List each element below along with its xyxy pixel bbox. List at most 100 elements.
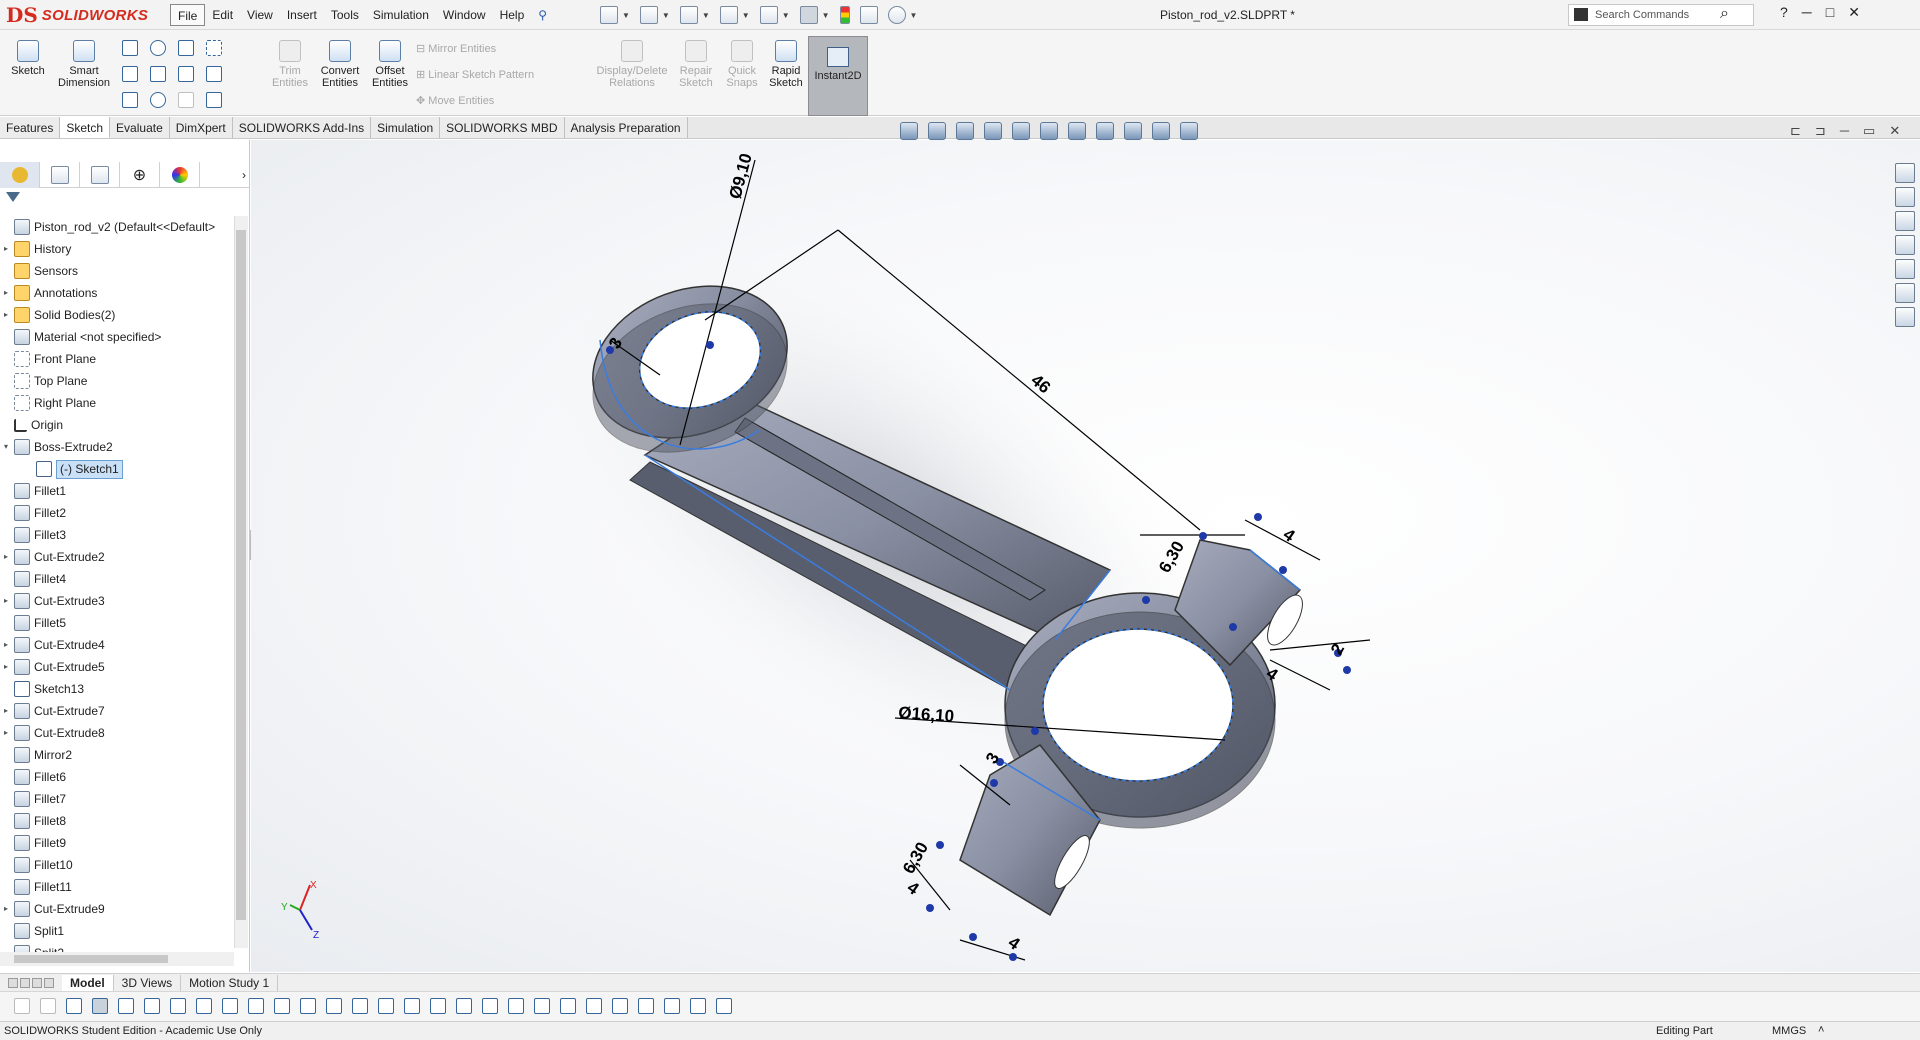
tree-node[interactable]: Right Plane [0,392,236,414]
tree-node[interactable]: Fillet4 [0,568,236,590]
tab-addins[interactable]: SOLIDWORKS Add-Ins [232,117,372,138]
menu-edit[interactable]: Edit [205,4,240,26]
tree-node[interactable]: Sketch13 [0,678,236,700]
tab-mbd[interactable]: SOLIDWORKS MBD [440,117,565,138]
tree-node[interactable]: ▸ Solid Bodies(2) [0,304,236,326]
save-icon[interactable] [679,6,698,24]
smart-dimension-button[interactable]: Smart Dimension [56,40,112,89]
tree-node[interactable]: ▾ Boss-Extrude2 [0,436,236,458]
print-icon[interactable] [719,6,738,24]
filter-sketch-points-icon[interactable] [300,998,316,1014]
close-icon[interactable]: ✕ [1848,4,1860,21]
dimxpert-manager-tab[interactable]: ⊕ [120,162,160,188]
tree-hscroll-thumb[interactable] [14,955,168,963]
unit-system-selector[interactable]: MMGS [1772,1025,1806,1037]
file-explorer-icon[interactable] [1895,211,1915,231]
tab-navigation-arrows[interactable] [0,977,62,988]
tree-node[interactable]: Fillet6 [0,766,236,788]
offset-entities-button[interactable]: Offset Entities [362,40,418,89]
tree-node[interactable]: ▸ Cut-Extrude4 [0,634,236,656]
filter-surface-finish-icon[interactable] [456,998,472,1014]
dim-tab-width-bottom[interactable]: 6,30 [899,839,932,877]
tree-node[interactable]: Fillet3 [0,524,236,546]
minimize-doc-icon[interactable]: ─ [1840,123,1849,139]
slot-icon[interactable] [122,92,138,108]
view-settings-icon[interactable] [1180,122,1198,140]
tree-node[interactable]: ▸ Cut-Extrude9 [0,898,236,920]
linear-sketch-pattern-button[interactable]: ⊞ Linear Sketch Pattern [416,68,534,81]
design-library-icon[interactable] [1895,187,1915,207]
filter-midpoints-icon[interactable] [352,998,368,1014]
previous-view-icon[interactable] [956,122,974,140]
filter-routing-points-icon[interactable] [690,998,706,1014]
menu-help[interactable]: Help [493,4,532,26]
filter-gtol-icon[interactable] [482,998,498,1014]
tree-node[interactable]: Fillet1 [0,480,236,502]
select-arrow-icon[interactable] [799,6,818,24]
section-view-icon[interactable] [984,122,1002,140]
open-folder-icon[interactable] [639,6,658,24]
filter-connection-points-icon[interactable] [664,998,680,1014]
close-doc-icon[interactable]: ✕ [1889,123,1900,139]
tree-scroll-thumb[interactable] [236,230,246,920]
feature-tree-tab[interactable] [0,162,40,188]
filter-faces-icon[interactable] [170,998,186,1014]
chevron-up-icon[interactable]: ˄ [1818,1024,1824,1036]
tree-node[interactable]: Split1 [0,920,236,942]
minimize-icon[interactable]: ─ [1802,4,1812,21]
tree-node[interactable]: ▸ Cut-Extrude3 [0,590,236,612]
help-icon[interactable]: ? [1780,4,1788,21]
tree-node[interactable]: Front Plane [0,348,236,370]
tab-3d-views[interactable]: 3D Views [114,974,182,991]
tab-features[interactable]: Features [0,117,61,138]
fillet-sketch-icon[interactable] [178,92,194,108]
tree-node[interactable]: Fillet2 [0,502,236,524]
tree-node[interactable]: Fillet5 [0,612,236,634]
filter-notes-icon[interactable] [508,998,524,1014]
menu-window[interactable]: Window [436,4,493,26]
dynamic-annotation-icon[interactable] [1012,122,1030,140]
filter-center-marks-icon[interactable] [378,998,394,1014]
solidworks-logo[interactable]: DS SOLIDWORKS [6,3,154,27]
filter-planes-icon[interactable] [274,998,290,1014]
tree-node[interactable]: Sensors [0,260,236,282]
filter-solid-bodies-icon[interactable] [222,998,238,1014]
rectangle-icon[interactable] [122,66,138,82]
filter-vertices-icon[interactable] [118,998,134,1014]
clear-filters-icon[interactable] [40,998,56,1014]
tree-node[interactable]: Material <not specified> [0,326,236,348]
chevron-down-icon[interactable]: ▼ [622,11,630,20]
pin-icon[interactable]: ⚲ [531,4,554,26]
filter-toggle-icon[interactable] [14,998,30,1014]
filter-datum-targets-icon[interactable] [560,998,576,1014]
move-entities-button[interactable]: ✥ Move Entities [416,94,494,107]
expand-toggle-icon[interactable]: ▸ [0,634,12,656]
circle-icon[interactable] [150,40,166,56]
filter-mesh-icon[interactable] [716,998,732,1014]
view-palette-icon[interactable] [1895,235,1915,255]
chevron-right-icon[interactable]: › [200,162,250,188]
menu-insert[interactable]: Insert [280,4,324,26]
display-manager-tab[interactable] [160,162,200,188]
zoom-to-fit-icon[interactable] [900,122,918,140]
filter-icon[interactable] [6,192,20,202]
tab-analysis-preparation[interactable]: Analysis Preparation [564,117,688,138]
line-icon[interactable] [122,40,138,56]
solidworks-resources-icon[interactable] [1895,163,1915,183]
tree-node[interactable]: ▸ Cut-Extrude7 [0,700,236,722]
display-style-icon[interactable] [1068,122,1086,140]
tree-node[interactable]: ▸ Cut-Extrude5 [0,656,236,678]
tree-node[interactable]: ▸ Cut-Extrude8 [0,722,236,744]
spline-icon[interactable] [178,40,194,56]
model-view[interactable]: Ø9,10 46 Ø16,10 6,30 6,30 4 4 4 4 2 3 3 … [251,140,1920,972]
tree-node[interactable]: ▸ Cut-Extrude2 [0,546,236,568]
sketch-button[interactable]: Sketch [0,40,56,77]
apply-scene-icon[interactable] [1152,122,1170,140]
expand-toggle-icon[interactable]: ▸ [0,282,12,304]
polygon-icon[interactable] [178,66,194,82]
tab-evaluate[interactable]: Evaluate [110,117,170,138]
tab-simulation[interactable]: Simulation [371,117,441,138]
expand-toggle-icon[interactable]: ▸ [0,700,12,722]
expand-toggle-icon[interactable]: ▸ [0,546,12,568]
point-small-icon[interactable] [206,92,222,108]
